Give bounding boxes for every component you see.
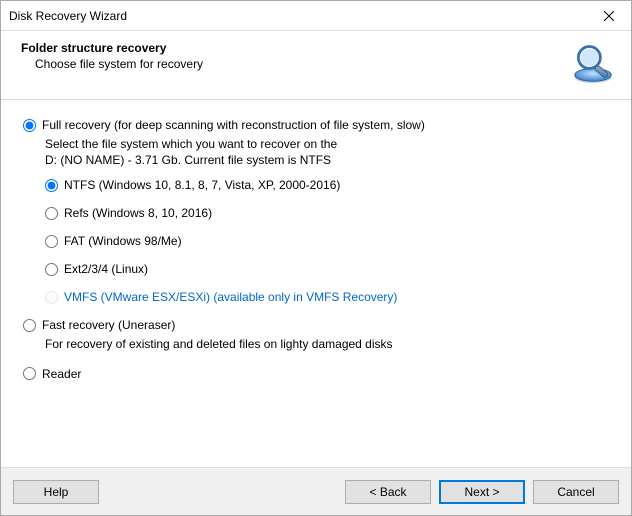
next-button[interactable]: Next > <box>439 480 525 504</box>
label-full-recovery[interactable]: Full recovery (for deep scanning with re… <box>42 118 425 132</box>
radio-fat[interactable] <box>45 235 58 248</box>
window-title: Disk Recovery Wizard <box>9 9 127 23</box>
magnifier-disk-icon <box>571 41 615 85</box>
back-button[interactable]: < Back <box>345 480 431 504</box>
radio-ntfs[interactable] <box>45 179 58 192</box>
close-icon <box>604 11 614 21</box>
label-vmfs: VMFS (VMware ESX/ESXi) (available only i… <box>64 290 397 304</box>
fast-recovery-desc: For recovery of existing and deleted fil… <box>45 336 609 352</box>
full-desc-line2: D: (NO NAME) - 3.71 Gb. Current file sys… <box>45 152 609 168</box>
label-reader[interactable]: Reader <box>42 367 81 381</box>
fs-fat[interactable]: FAT (Windows 98/Me) <box>45 234 609 248</box>
title-bar: Disk Recovery Wizard <box>1 1 631 31</box>
cancel-button[interactable]: Cancel <box>533 480 619 504</box>
radio-vmfs <box>45 291 58 304</box>
filesystem-options: NTFS (Windows 10, 8.1, 8, 7, Vista, XP, … <box>45 178 609 304</box>
label-fast-recovery[interactable]: Fast recovery (Uneraser) <box>42 318 175 332</box>
full-recovery-desc: Select the file system which you want to… <box>45 136 609 168</box>
full-desc-line1: Select the file system which you want to… <box>45 136 609 152</box>
help-button[interactable]: Help <box>13 480 99 504</box>
mode-full-recovery[interactable]: Full recovery (for deep scanning with re… <box>23 118 609 132</box>
fs-vmfs: VMFS (VMware ESX/ESXi) (available only i… <box>45 290 609 304</box>
mode-fast-recovery[interactable]: Fast recovery (Uneraser) <box>23 318 609 332</box>
fs-ext[interactable]: Ext2/3/4 (Linux) <box>45 262 609 276</box>
footer-right: < Back Next > Cancel <box>345 480 619 504</box>
fs-ntfs[interactable]: NTFS (Windows 10, 8.1, 8, 7, Vista, XP, … <box>45 178 609 192</box>
page-title: Folder structure recovery <box>21 41 203 55</box>
radio-refs[interactable] <box>45 207 58 220</box>
label-ext[interactable]: Ext2/3/4 (Linux) <box>64 262 148 276</box>
page-subtitle: Choose file system for recovery <box>35 57 203 71</box>
wizard-footer: Help < Back Next > Cancel <box>1 467 631 515</box>
fs-refs[interactable]: Refs (Windows 8, 10, 2016) <box>45 206 609 220</box>
label-refs[interactable]: Refs (Windows 8, 10, 2016) <box>64 206 212 220</box>
mode-reader[interactable]: Reader <box>23 367 609 381</box>
label-fat[interactable]: FAT (Windows 98/Me) <box>64 234 182 248</box>
radio-fast-recovery[interactable] <box>23 319 36 332</box>
content-area: Full recovery (for deep scanning with re… <box>1 100 631 467</box>
header-text: Folder structure recovery Choose file sy… <box>21 41 203 71</box>
close-button[interactable] <box>586 1 631 31</box>
radio-reader[interactable] <box>23 367 36 380</box>
radio-full-recovery[interactable] <box>23 119 36 132</box>
label-ntfs[interactable]: NTFS (Windows 10, 8.1, 8, 7, Vista, XP, … <box>64 178 340 192</box>
wizard-header: Folder structure recovery Choose file sy… <box>1 31 631 100</box>
radio-ext[interactable] <box>45 263 58 276</box>
